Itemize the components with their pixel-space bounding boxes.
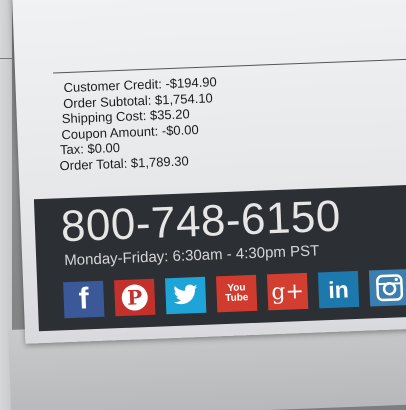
youtube-icon: You Tube	[215, 274, 258, 313]
google-plus-glyph: g+	[270, 278, 305, 305]
linkedin-icon: in	[317, 270, 360, 309]
receipt-paper: Customer Credit: -$194.90 Order Subtotal…	[12, 0, 406, 344]
google-plus-icon: g+	[266, 272, 309, 311]
social-icons: f P You Tube g+ in	[63, 268, 406, 319]
summary-divider	[53, 58, 406, 74]
linkedin-glyph: in	[327, 275, 350, 303]
instagram-camera-icon	[376, 274, 404, 302]
pinterest-glyph: P	[121, 284, 149, 312]
divider	[0, 58, 12, 59]
contact-banner: 800-748-6150 Monday-Friday: 6:30am - 4:3…	[33, 183, 406, 332]
facebook-glyph: f	[78, 282, 90, 316]
twitter-bird-icon	[174, 284, 198, 305]
facebook-icon: f	[63, 280, 105, 319]
instagram-icon	[368, 268, 406, 307]
youtube-glyph-bottom: Tube	[225, 292, 249, 305]
order-summary: Customer Credit: -$194.90 Order Subtotal…	[55, 74, 220, 173]
photo-scene: Customer Credit: -$194.90 Order Subtotal…	[0, 0, 406, 410]
twitter-icon	[165, 276, 207, 315]
pinterest-icon: P	[114, 278, 156, 317]
